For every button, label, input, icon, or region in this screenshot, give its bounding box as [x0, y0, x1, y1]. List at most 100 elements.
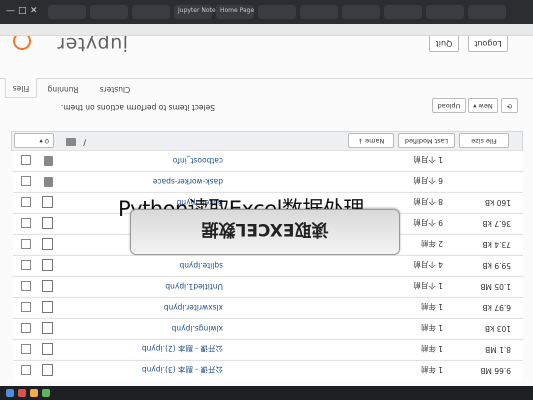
- sort-size-button[interactable]: File size: [459, 133, 509, 148]
- file-modified: 4 个月前: [413, 260, 443, 269]
- file-size: 8.1 MB: [485, 345, 511, 354]
- refresh-icon[interactable]: ⟳: [501, 98, 518, 113]
- sort-name-button[interactable]: Name ↓: [348, 133, 394, 148]
- window-maximize-icon[interactable]: □: [18, 6, 27, 16]
- row-checkbox[interactable]: [21, 260, 31, 270]
- file-modified: 1 年前: [420, 302, 443, 311]
- overlay-banner: 读取EXCEL数据: [130, 209, 400, 255]
- file-modified: 1 年前: [420, 323, 443, 332]
- file-name[interactable]: 公开课 - 副本 (2).ipynb: [142, 343, 223, 354]
- file-name[interactable]: 公开课 - 副本 (3).ipynb: [142, 364, 223, 375]
- browser-tab[interactable]: [48, 5, 86, 19]
- row-checkbox[interactable]: [21, 323, 31, 333]
- new-button[interactable]: New ▾: [468, 98, 498, 113]
- taskbar-app-icon[interactable]: [18, 389, 26, 397]
- file-row[interactable]: Untitled1.ipynb 1 个月前 1.05 MB: [13, 276, 523, 296]
- taskbar-app-icon[interactable]: [30, 389, 38, 397]
- file-name[interactable]: sqlite.ipynb: [179, 261, 223, 270]
- browser-tab[interactable]: [384, 5, 422, 19]
- notebook-icon: [42, 217, 53, 229]
- file-name[interactable]: Untitled1.ipynb: [165, 282, 223, 291]
- jupyter-logo[interactable]: jupyter: [57, 33, 128, 55]
- logout-button[interactable]: Logout: [468, 34, 508, 52]
- file-modified: 1 个月前: [413, 155, 443, 164]
- home-folder-icon[interactable]: [66, 138, 76, 146]
- browser-tab-label: Home Page: [220, 7, 255, 14]
- row-checkbox[interactable]: [21, 197, 31, 207]
- row-checkbox[interactable]: [21, 239, 31, 249]
- select-all-checkbox[interactable]: 0 ▾: [14, 133, 54, 148]
- info-text: Select items to perform actions on them.: [60, 103, 215, 112]
- overlay-subtitle: 读取EXCEL数据: [201, 219, 329, 239]
- row-checkbox[interactable]: [21, 218, 31, 228]
- file-modified: 1 年前: [420, 344, 443, 353]
- file-modified: 1 年前: [420, 365, 443, 374]
- file-size: 6.97 kB: [482, 303, 511, 312]
- notebook-icon: [42, 259, 53, 271]
- file-size: 1.05 MB: [480, 282, 511, 291]
- taskbar: [0, 386, 533, 400]
- file-row[interactable]: sqlite.ipynb 4 个月前 59.9 kB: [13, 255, 523, 275]
- file-size: 160 kB: [484, 198, 511, 207]
- file-size: 9.66 MB: [480, 366, 511, 375]
- window-close-icon[interactable]: ✕: [30, 6, 38, 16]
- file-modified: 8 个月前: [413, 197, 443, 206]
- notebook-icon: [42, 196, 53, 208]
- folder-icon: [44, 177, 53, 187]
- file-size: 36.7 kB: [482, 219, 511, 228]
- breadcrumb[interactable]: /: [83, 138, 86, 147]
- notebook-icon: [42, 364, 53, 376]
- notebook-icon: [42, 322, 53, 334]
- browser-tab[interactable]: [426, 5, 464, 19]
- file-list-header: 0 ▾ / Name ↓ Last Modified File size: [11, 131, 523, 151]
- file-size: 73.4 kB: [482, 240, 511, 249]
- browser-tab[interactable]: [90, 5, 128, 19]
- file-row[interactable]: xlwings.ipynb 1 年前 103 kB: [13, 318, 523, 338]
- taskbar-app-icon[interactable]: [6, 389, 14, 397]
- file-row[interactable]: 公开课 - 副本 (3).ipynb 1 年前 9.66 MB: [13, 360, 523, 380]
- upload-button[interactable]: Upload: [432, 98, 466, 113]
- browser-tab[interactable]: [342, 5, 380, 19]
- notebook-icon: [42, 301, 53, 313]
- row-checkbox[interactable]: [21, 344, 31, 354]
- file-row[interactable]: 公开课 - 副本 (2).ipynb 1 年前 8.1 MB: [13, 339, 523, 359]
- browser-tab[interactable]: [258, 5, 296, 19]
- notebook-icon: [42, 343, 53, 355]
- row-checkbox[interactable]: [21, 302, 31, 312]
- file-row[interactable]: xlsxwriter.ipynb 1 年前 6.97 kB: [13, 297, 523, 317]
- file-modified: 6 个月前: [413, 176, 443, 185]
- taskbar-app-icon[interactable]: [42, 389, 50, 397]
- file-name[interactable]: catboost_info: [173, 156, 223, 165]
- browser-tab[interactable]: [300, 5, 338, 19]
- window-minimize-icon[interactable]: —: [6, 6, 15, 16]
- row-checkbox[interactable]: [21, 155, 31, 165]
- browser-tab[interactable]: [132, 5, 170, 19]
- notebook-icon: [42, 238, 53, 250]
- file-modified: 1 个月前: [413, 281, 443, 290]
- row-checkbox[interactable]: [21, 281, 31, 291]
- tab-clusters[interactable]: Clusters: [92, 80, 138, 98]
- file-row[interactable]: dask-worker-space 6 个月前: [13, 171, 523, 191]
- file-size: 59.9 kB: [482, 261, 511, 270]
- file-modified: 9 个月前: [413, 218, 443, 227]
- row-checkbox[interactable]: [21, 365, 31, 375]
- file-name[interactable]: xlwings.ipynb: [172, 324, 223, 333]
- file-name[interactable]: dask-worker-space: [153, 177, 223, 186]
- file-row[interactable]: catboost_info 1 个月前: [13, 150, 523, 170]
- tab-running[interactable]: Running: [41, 80, 85, 98]
- sort-modified-button[interactable]: Last Modified: [398, 133, 455, 148]
- tab-files[interactable]: Files: [5, 78, 37, 98]
- browser-toolbar: [0, 24, 533, 36]
- file-name[interactable]: xlsxwriter.ipynb: [164, 303, 223, 312]
- select-count: 0: [44, 137, 49, 145]
- browser-tab[interactable]: [468, 5, 506, 19]
- browser-tab-strip: — □ ✕ Jupyter Notebook Home Page: [0, 0, 533, 25]
- folder-icon: [44, 156, 53, 166]
- sort-name-label: Name: [365, 137, 385, 145]
- tab-bar: Files Running Clusters: [0, 78, 533, 98]
- file-modified: 2 年前: [420, 239, 443, 248]
- row-checkbox[interactable]: [21, 176, 31, 186]
- file-size: 103 kB: [484, 324, 511, 333]
- quit-button[interactable]: Quit: [429, 34, 459, 52]
- notebook-icon: [42, 280, 53, 292]
